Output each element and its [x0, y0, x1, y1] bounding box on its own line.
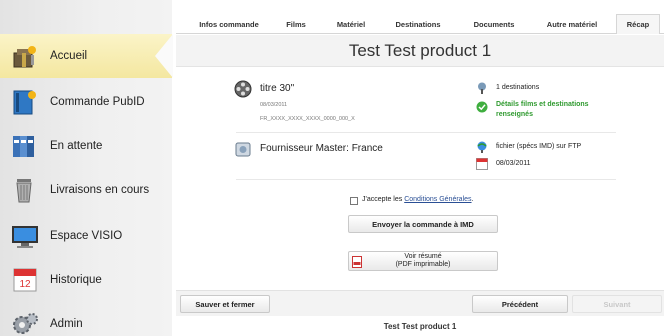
calendar-small-icon	[476, 157, 488, 170]
sidebar-item-label: Commande PubID	[50, 96, 145, 108]
save-close-button[interactable]: Sauver et fermer	[180, 295, 270, 313]
sidebar-item-label: Accueil	[50, 50, 88, 62]
gears-icon	[10, 309, 40, 336]
pdf-icon	[352, 256, 362, 268]
tab-films[interactable]: Films	[276, 14, 316, 34]
sidebar-item-historique[interactable]: 12 Historique	[0, 258, 172, 302]
folder-binders-icon	[10, 131, 40, 161]
tab-destinations[interactable]: Destinations	[386, 14, 450, 34]
sidebar-item-livraisons[interactable]: Livraisons en cours	[0, 168, 172, 212]
calendar-icon: 12	[10, 265, 40, 295]
bottom-action-bar: Sauver et fermer Précédent Suivant	[176, 290, 664, 316]
supplier-label: Fournisseur Master: France	[260, 143, 383, 154]
tab-documents[interactable]: Documents	[460, 14, 528, 34]
sidebar-item-label: Espace VISIO	[50, 230, 123, 242]
trash-bin-icon	[10, 175, 40, 205]
tab-bar: Infos commande Films Matériel Destinatio…	[176, 14, 664, 34]
sidebar-item-espace-visio[interactable]: Espace VISIO	[0, 214, 172, 258]
view-summary-button[interactable]: Voir résumé (PDF imprimable)	[348, 251, 498, 271]
terms-link[interactable]: Conditions Générales	[404, 196, 471, 203]
supplier-box-icon	[234, 140, 252, 158]
delivery-date: 08/03/2011	[496, 160, 531, 167]
tab-infos-commande[interactable]: Infos commande	[190, 14, 268, 34]
summary-line1: Voir résumé	[404, 253, 442, 260]
film-date: 08/03/2011	[260, 102, 288, 108]
terms-suffix: .	[471, 196, 474, 203]
divider	[236, 132, 616, 133]
divider	[236, 179, 616, 180]
monitor-icon	[10, 221, 40, 251]
destinations-count: 1 destinations	[496, 84, 540, 91]
sidebar: Accueil Commande PubID En attente Livrai…	[0, 0, 173, 336]
previous-button[interactable]: Précédent	[472, 295, 568, 313]
destinations-details: Détails films et destinations renseignés	[496, 101, 589, 118]
recap-panel: titre 30" 08/03/2011 FR_XXXX_XXXX_XXXX_0…	[176, 67, 664, 287]
sidebar-item-admin[interactable]: Admin	[0, 302, 172, 336]
sidebar-item-label: En attente	[50, 140, 103, 152]
svg-text:12: 12	[19, 279, 31, 290]
order-book-icon	[10, 87, 40, 117]
send-order-button[interactable]: Envoyer la commande à IMD	[348, 215, 498, 233]
sidebar-item-en-attente[interactable]: En attente	[0, 124, 172, 168]
page-title: Test Test product 1	[348, 40, 492, 60]
app-window: Accueil Commande PubID En attente Livrai…	[0, 0, 664, 336]
tab-autre-materiel[interactable]: Autre matériel	[536, 14, 608, 34]
home-gift-icon	[10, 41, 40, 71]
film-title: titre 30"	[260, 83, 295, 94]
terms-prefix: J'accepte les	[362, 196, 405, 203]
film-code: FR_XXXX_XXXX_XXXX_0000_000_X	[260, 116, 355, 122]
tab-recap[interactable]: Récap	[616, 14, 660, 34]
destination-pin-icon	[476, 81, 488, 94]
page-title-bar: Test Test product 1	[176, 35, 664, 67]
ftp-globe-icon	[476, 140, 488, 153]
delivery-method: fichier (spécs IMD) sur FTP	[496, 143, 582, 150]
terms-text: J'accepte les Conditions Générales.	[362, 196, 473, 203]
footer-title: Test Test product 1	[383, 322, 457, 331]
sidebar-item-label: Historique	[50, 274, 102, 286]
sidebar-item-label: Livraisons en cours	[50, 184, 150, 196]
tab-materiel[interactable]: Matériel	[326, 14, 376, 34]
terms-checkbox[interactable]	[350, 197, 358, 205]
summary-line2: (PDF imprimable)	[395, 261, 451, 268]
sidebar-item-accueil[interactable]: Accueil	[0, 34, 173, 78]
check-circle-icon	[476, 100, 488, 113]
film-reel-icon	[234, 80, 252, 98]
sidebar-item-commande-pubid[interactable]: Commande PubID	[0, 80, 172, 124]
next-button[interactable]: Suivant	[572, 295, 662, 313]
sidebar-item-label: Admin	[50, 318, 83, 330]
